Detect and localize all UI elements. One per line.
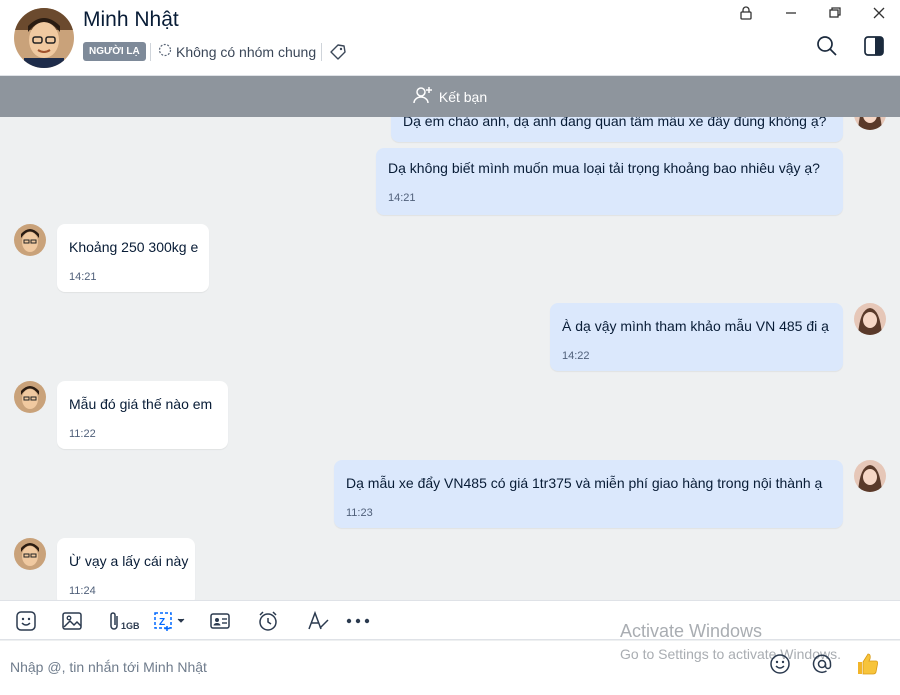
file-size-limit: 1GB xyxy=(121,621,140,631)
thumbs-up-icon[interactable] xyxy=(856,652,880,676)
image-icon[interactable] xyxy=(61,609,83,633)
message-incoming[interactable]: Khoảng 250 300kg e 14:21 xyxy=(57,224,209,292)
sidebar-toggle-icon[interactable] xyxy=(862,34,886,58)
message-time: 14:22 xyxy=(562,350,590,362)
groups-icon xyxy=(158,43,172,60)
message-text: Ừ vạy a lấy cái này xyxy=(69,553,189,569)
contact-avatar[interactable] xyxy=(14,8,74,68)
message-time: 11:24 xyxy=(69,585,96,597)
text-format-icon[interactable] xyxy=(307,609,331,633)
message-incoming[interactable]: Ừ vạy a lấy cái này 11:24 xyxy=(57,538,195,600)
attachment-icon xyxy=(110,612,118,630)
message-time: 14:21 xyxy=(69,271,97,283)
message-outgoing[interactable]: À dạ vậy mình tham khảo mẫu VN 485 đi ạ … xyxy=(550,303,843,371)
message-input[interactable] xyxy=(10,659,570,675)
message-text: À dạ vậy mình tham khảo mẫu VN 485 đi ạ xyxy=(562,318,829,334)
message-time: 11:22 xyxy=(69,428,96,440)
composer-toolbar: 1GB Z xyxy=(0,600,900,640)
contact-avatar-small[interactable] xyxy=(14,538,46,570)
message-outgoing[interactable]: Dạ không biết mình muốn mua loại tải trọ… xyxy=(376,148,843,215)
chat-header: Minh Nhật NGƯỜI LẠ Không có nhóm chung xyxy=(0,0,900,76)
message-text: Dạ em chào anh, dạ anh đang quan tâm mẫu… xyxy=(403,117,827,129)
message-outgoing[interactable]: Dạ mẫu xe đẩy VN485 có giá 1tr375 và miễ… xyxy=(334,460,843,528)
message-text: Dạ không biết mình muốn mua loại tải trọ… xyxy=(388,160,820,176)
message-list[interactable]: Dạ em chào anh, dạ anh đang quan tâm mẫu… xyxy=(0,117,900,600)
more-icon[interactable] xyxy=(345,609,371,633)
contact-avatar-small[interactable] xyxy=(14,381,46,413)
my-avatar[interactable] xyxy=(854,460,886,492)
contact-name: Minh Nhật xyxy=(83,8,179,31)
add-friend-button[interactable]: Kết bạn xyxy=(0,76,900,117)
sticker-icon[interactable] xyxy=(15,609,37,633)
message-incoming[interactable]: Mẫu đó giá thế nào em 11:22 xyxy=(57,381,228,449)
message-text: Dạ mẫu xe đẩy VN485 có giá 1tr375 và miễ… xyxy=(346,475,823,491)
divider xyxy=(321,43,322,61)
message-outgoing[interactable]: Dạ em chào anh, dạ anh đang quan tâm mẫu… xyxy=(391,117,843,142)
message-time: 14:21 xyxy=(388,192,416,204)
screenshot-icon[interactable]: Z xyxy=(153,609,187,633)
my-avatar[interactable] xyxy=(854,117,886,130)
windows-activation-title: Activate Windows xyxy=(620,621,763,641)
stranger-badge: NGƯỜI LẠ xyxy=(83,42,146,61)
reminder-clock-icon[interactable] xyxy=(257,609,279,633)
restore-icon[interactable] xyxy=(822,2,848,24)
svg-text:Z: Z xyxy=(159,617,165,628)
contact-card-icon[interactable] xyxy=(209,609,231,633)
common-groups-info[interactable]: Không có nhóm chung xyxy=(158,43,316,60)
attachment-button[interactable]: 1GB xyxy=(107,609,140,633)
add-friend-icon xyxy=(413,85,433,108)
search-icon[interactable] xyxy=(815,34,839,58)
tag-icon[interactable] xyxy=(329,43,347,61)
message-time: 11:23 xyxy=(346,507,373,519)
windows-activation-subtitle: Go to Settings to activate Windows. xyxy=(620,646,841,662)
contact-avatar-small[interactable] xyxy=(14,224,46,256)
message-text: Khoảng 250 300kg e xyxy=(69,239,199,255)
close-icon[interactable] xyxy=(866,2,892,24)
lock-icon[interactable] xyxy=(733,2,759,24)
emoji-icon[interactable] xyxy=(768,652,792,676)
add-friend-label: Kết bạn xyxy=(438,88,488,105)
my-avatar[interactable] xyxy=(854,303,886,335)
message-text: Mẫu đó giá thế nào em xyxy=(69,396,213,412)
divider xyxy=(150,43,151,61)
minimize-icon[interactable] xyxy=(778,2,804,24)
common-groups-label: Không có nhóm chung xyxy=(176,43,317,60)
mention-icon[interactable] xyxy=(810,652,834,676)
